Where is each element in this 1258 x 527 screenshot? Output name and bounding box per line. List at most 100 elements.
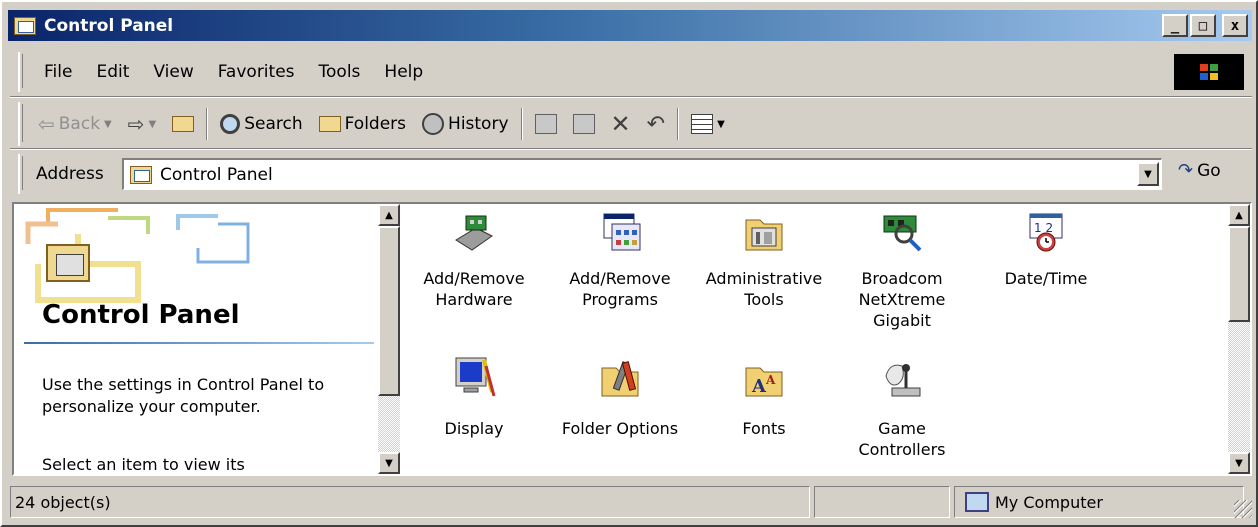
status-zone-label: My Computer xyxy=(995,492,1103,512)
pane-hint: Select an item to view its xyxy=(42,455,245,474)
item-label-line: Tools xyxy=(744,290,784,309)
item-label-line: Administrative xyxy=(705,269,823,288)
menu-view[interactable]: View xyxy=(141,62,205,82)
item-label-line: Game xyxy=(878,419,926,438)
control-panel-icon xyxy=(14,16,36,35)
item-label-line: Folder Options xyxy=(561,419,679,438)
fonts-folder-icon: AA xyxy=(742,356,786,400)
forward-arrow-icon: ⇨ xyxy=(127,112,145,136)
folders-icon xyxy=(318,116,341,132)
scroll-thumb[interactable] xyxy=(1228,226,1250,322)
address-bar: Address Control Panel ▼ ↷ Go xyxy=(18,154,1252,194)
maximize-button[interactable]: □ xyxy=(1190,14,1216,37)
copy-to-icon xyxy=(572,114,595,134)
admin-tools-icon xyxy=(742,210,786,254)
status-zone: My Computer xyxy=(954,486,1244,518)
joystick-icon xyxy=(880,356,924,400)
scroll-thumb[interactable] xyxy=(378,226,400,396)
status-object-count: 24 object(s) xyxy=(10,486,810,518)
explorer-window: Control Panel _ □ x File Edit View Favor… xyxy=(0,0,1258,527)
calendar-clock-icon: 1 2 xyxy=(1024,210,1068,254)
pane-title-rule xyxy=(24,342,374,344)
menu-edit[interactable]: Edit xyxy=(84,62,141,82)
search-label: Search xyxy=(244,114,303,134)
toolbar-separator xyxy=(520,108,523,140)
item-label-line: Display xyxy=(444,419,504,438)
item-game-controllers[interactable]: Game Controllers xyxy=(834,356,970,460)
item-administrative-tools[interactable]: Administrative Tools xyxy=(696,210,832,310)
menu-tools[interactable]: Tools xyxy=(307,62,373,82)
views-button[interactable]: ▼ xyxy=(683,106,733,142)
web-view-pane: Control Panel Use the settings in Contro… xyxy=(18,204,382,474)
search-button[interactable]: Search xyxy=(212,106,310,142)
menu-file[interactable]: File xyxy=(32,62,84,82)
folder-view: Control Panel Use the settings in Contro… xyxy=(12,202,1252,476)
item-label-line: Hardware xyxy=(435,290,513,309)
address-value: Control Panel xyxy=(160,164,273,185)
toolbar-separator xyxy=(206,108,209,140)
undo-button[interactable]: ↶ xyxy=(639,106,673,142)
history-icon xyxy=(422,113,445,135)
item-folder-options[interactable]: Folder Options xyxy=(552,356,688,439)
go-button[interactable]: ↷ Go xyxy=(1178,160,1221,181)
item-date-time[interactable]: 1 2 Date/Time xyxy=(978,210,1114,289)
folders-label: Folders xyxy=(344,114,407,134)
item-label-line: Programs xyxy=(582,290,658,309)
item-display[interactable]: Display xyxy=(410,356,542,439)
search-icon xyxy=(220,114,241,134)
item-add-remove-hardware[interactable]: Add/Remove Hardware xyxy=(410,210,542,310)
scroll-up-button[interactable]: ▲ xyxy=(378,204,400,226)
up-folder-button[interactable] xyxy=(164,106,202,142)
title-bar[interactable]: Control Panel _ □ x xyxy=(8,10,1252,41)
item-fonts[interactable]: AA Fonts xyxy=(696,356,832,439)
windows-logo-icon xyxy=(1174,54,1244,90)
control-panel-large-icon xyxy=(46,244,90,282)
address-field[interactable]: Control Panel ▼ xyxy=(122,158,1162,190)
address-dropdown-button[interactable]: ▼ xyxy=(1137,162,1159,186)
programs-icon xyxy=(598,210,642,254)
close-button[interactable]: x xyxy=(1222,14,1248,37)
standard-toolbar: ⇦ Back ▼ ⇨ ▼ Search Folders History ✕ ↶ … xyxy=(18,102,1018,146)
items-scrollbar[interactable]: ▲ ▼ xyxy=(1228,204,1250,474)
window-title: Control Panel xyxy=(44,15,174,36)
menu-favorites[interactable]: Favorites xyxy=(206,62,307,82)
up-folder-icon xyxy=(172,116,195,132)
status-panel-empty xyxy=(814,486,950,518)
item-label-line: NetXtreme xyxy=(858,290,946,309)
item-label-line: Fonts xyxy=(742,419,786,438)
scroll-down-button[interactable]: ▼ xyxy=(378,452,400,474)
item-label-line: Gigabit xyxy=(873,311,931,330)
forward-button[interactable]: ⇨ ▼ xyxy=(120,106,164,142)
back-button[interactable]: ⇦ Back ▼ xyxy=(30,106,120,142)
toolbar-divider xyxy=(10,148,1252,150)
history-button[interactable]: History xyxy=(414,106,516,142)
item-broadcom-netxtreme[interactable]: Broadcom NetXtreme Gigabit xyxy=(834,210,970,331)
delete-icon: ✕ xyxy=(610,110,631,138)
pane-title: Control Panel xyxy=(42,300,240,330)
undo-icon: ↶ xyxy=(646,111,666,137)
delete-button[interactable]: ✕ xyxy=(603,106,639,142)
hardware-icon xyxy=(452,210,496,254)
go-arrow-icon: ↷ xyxy=(1178,160,1194,181)
scroll-up-button[interactable]: ▲ xyxy=(1228,204,1250,226)
back-arrow-icon: ⇦ xyxy=(38,112,55,136)
item-label-line: Controllers xyxy=(858,440,946,459)
menu-bar: File Edit View Favorites Tools Help xyxy=(18,52,1168,92)
control-panel-icon xyxy=(130,165,152,184)
resize-grip[interactable] xyxy=(1234,500,1252,518)
move-to-button[interactable] xyxy=(527,106,565,142)
scroll-down-button[interactable]: ▼ xyxy=(1228,452,1250,474)
item-add-remove-programs[interactable]: Add/Remove Programs xyxy=(552,210,688,310)
toolbar-separator xyxy=(677,108,680,140)
folders-button[interactable]: Folders xyxy=(311,106,414,142)
pane-description: Use the settings in Control Panel to per… xyxy=(42,375,325,416)
menu-help[interactable]: Help xyxy=(372,62,435,82)
chevron-down-icon: ▼ xyxy=(148,118,157,130)
item-label-line: Broadcom xyxy=(861,269,943,288)
folder-options-icon xyxy=(598,356,642,400)
copy-to-button[interactable] xyxy=(565,106,603,142)
minimize-button[interactable]: _ xyxy=(1162,14,1188,37)
left-pane-scrollbar[interactable]: ▲ ▼ xyxy=(378,204,400,474)
address-label: Address xyxy=(36,164,104,184)
item-label-line: Date/Time xyxy=(1004,269,1088,288)
